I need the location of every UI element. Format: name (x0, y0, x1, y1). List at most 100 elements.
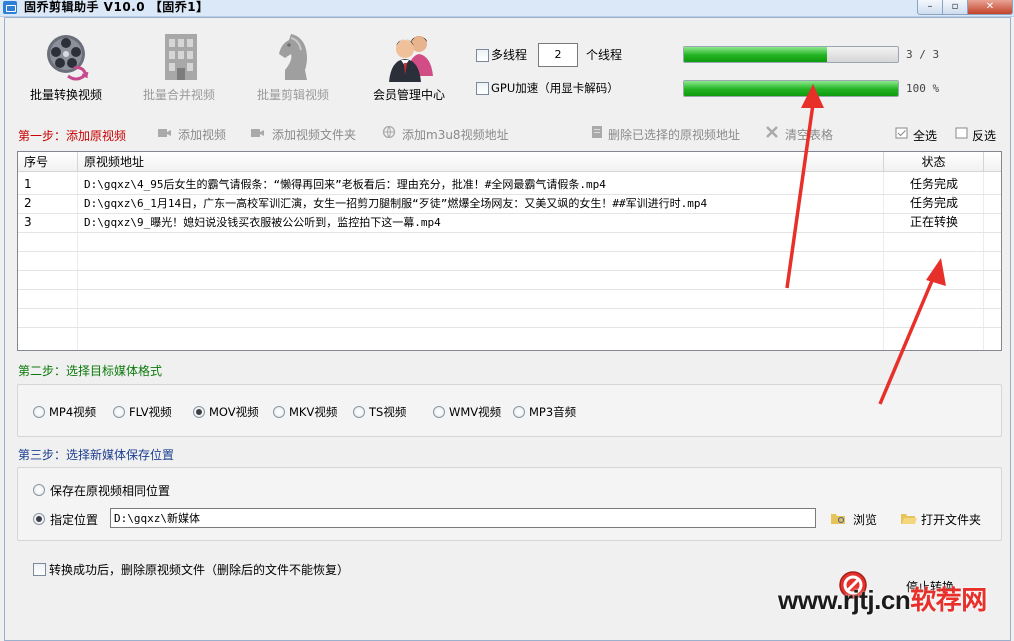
member-center-label: 会员管理中心 (372, 88, 445, 102)
table-row-empty (18, 327, 1001, 346)
add-m3u8-label: 添加m3u8视频地址 (402, 128, 509, 142)
row-path: D:\gqxz\9_曝光！媳妇说没钱买衣服被公公听到，监控拍下这一幕.mp4 (84, 216, 441, 229)
overall-progress-bar (683, 80, 899, 97)
table-row-empty (18, 270, 1001, 290)
row-index: 2 (24, 196, 32, 210)
watermark-latin: www.rjtj.cn (778, 585, 911, 615)
row-index: 1 (24, 177, 32, 191)
window-title: 固乔剪辑助手 V10.0 【固乔1】 (24, 0, 209, 14)
invert-select-label: 反选 (972, 129, 997, 143)
step3-label: 第三步：选择新媒体保存位置 (18, 448, 175, 462)
member-center-button[interactable]: 会员管理中心 (357, 30, 461, 120)
header-status[interactable]: 状态 (884, 152, 984, 172)
batch-convert-button[interactable]: 批量转换视频 (14, 30, 118, 120)
format-label: MP4视频 (49, 405, 97, 419)
clear-table-label: 清空表格 (785, 128, 834, 142)
format-label: MOV视频 (209, 405, 259, 419)
add-folder-icon (251, 129, 264, 137)
same-location-radio[interactable] (33, 484, 45, 496)
table-row[interactable]: 2 D:\gqxz\6_1月14日，广东一高校军训汇演，女生一招剪刀腿制服“歹徒… (18, 194, 1001, 214)
chess-knight-icon (279, 34, 307, 80)
clear-x-icon (766, 126, 778, 138)
format-label: TS视频 (369, 405, 407, 419)
gpu-checkbox[interactable] (476, 82, 489, 95)
multithread-checkbox[interactable] (476, 49, 489, 62)
file-progress-fill (684, 47, 828, 62)
table-row-empty (18, 251, 1001, 271)
format-radio[interactable] (513, 406, 525, 418)
format-radio[interactable] (353, 406, 365, 418)
row-path: D:\gqxz\4_95后女生的霸气请假条：“懒得再回来”老板看后：理由充分，批… (84, 178, 606, 191)
select-all-icon (895, 127, 908, 139)
minimize-button[interactable]: – (917, 0, 943, 15)
thread-unit-label: 个线程 (586, 48, 623, 62)
add-video-icon (158, 129, 171, 137)
delete-file-icon (592, 126, 602, 138)
format-label: FLV视频 (129, 405, 172, 419)
gpu-label: GPU加速（用显卡解码） (491, 81, 619, 95)
table-row[interactable]: 3 D:\gqxz\9_曝光！媳妇说没钱买衣服被公公听到，监控拍下这一幕.mp4… (18, 213, 1001, 233)
film-reel-icon (47, 35, 89, 81)
delete-source-label: 转换成功后，删除原视频文件（删除后的文件不能恢复） (49, 563, 350, 577)
batch-merge-label: 批量合并视频 (142, 88, 215, 102)
close-icon: ✕ (985, 1, 995, 12)
close-button[interactable]: ✕ (967, 0, 1013, 15)
building-icon (165, 34, 197, 80)
same-location-label: 保存在原视频相同位置 (50, 484, 171, 498)
batch-merge-button[interactable]: 批量合并视频 (127, 30, 231, 120)
format-radio[interactable] (33, 406, 45, 418)
maximize-icon: ▫ (951, 1, 959, 12)
watermark: www.rjtj.cn软荐网 (778, 580, 987, 617)
app-icon (3, 1, 17, 14)
table-row[interactable]: 1 D:\gqxz\4_95后女生的霸气请假条：“懒得再回来”老板看后：理由充分… (18, 175, 1001, 195)
table-row-empty (18, 232, 1001, 252)
multithread-label: 多线程 (491, 48, 528, 62)
table-row-empty (18, 289, 1001, 309)
custom-location-label: 指定位置 (50, 513, 99, 527)
overall-progress-fill (684, 81, 898, 96)
format-radio[interactable] (273, 406, 285, 418)
overall-progress-text: 100 % (906, 82, 940, 95)
title-bar: 固乔剪辑助手 V10.0 【固乔1】 – ▫ ✕ (0, 0, 1014, 17)
custom-location-radio[interactable] (33, 513, 45, 525)
save-location-group (17, 467, 1002, 541)
row-status: 正在转换 (909, 215, 958, 229)
minimize-icon: – (927, 1, 933, 12)
step2-label: 第二步：选择目标媒体格式 (18, 364, 163, 378)
step1-label: 第一步：添加原视频 (18, 129, 127, 143)
video-table[interactable]: 序号 原视频地址 状态 1 D:\gqxz\4_95后女生的霸气请假条：“懒得再… (17, 151, 1002, 351)
file-progress-bar (683, 46, 899, 63)
file-progress-text: 3 / 3 (906, 48, 940, 61)
row-path: D:\gqxz\6_1月14日，广东一高校军训汇演，女生一招剪刀腿制服“歹徒”燃… (84, 197, 708, 210)
add-folder-label: 添加视频文件夹 (272, 128, 357, 142)
header-path[interactable]: 原视频地址 (78, 152, 884, 172)
folder-search-icon (831, 514, 845, 524)
row-status: 任务完成 (909, 177, 958, 191)
open-folder-label: 打开文件夹 (921, 513, 982, 527)
delete-selected-label: 删除已选择的原视频地址 (608, 128, 741, 142)
select-all-label: 全选 (913, 129, 938, 143)
format-radio[interactable] (433, 406, 445, 418)
maximize-button[interactable]: ▫ (942, 0, 968, 15)
users-icon (389, 36, 433, 82)
thread-count-input[interactable]: 2 (538, 43, 578, 67)
batch-edit-button[interactable]: 批量剪辑视频 (241, 30, 345, 120)
browse-label: 浏览 (853, 513, 878, 527)
row-index: 3 (24, 215, 32, 229)
format-radio[interactable] (113, 406, 125, 418)
delete-source-checkbox[interactable] (33, 563, 46, 576)
invert-select-icon (955, 127, 968, 139)
batch-edit-label: 批量剪辑视频 (256, 88, 329, 102)
format-label: MP3音频 (529, 405, 577, 419)
save-path-input[interactable]: D:\gqxz\新媒体 (110, 508, 816, 528)
row-status: 任务完成 (909, 196, 958, 210)
add-video-label: 添加视频 (178, 128, 227, 142)
format-label: MKV视频 (289, 405, 338, 419)
header-index[interactable]: 序号 (18, 152, 78, 172)
batch-convert-label: 批量转换视频 (29, 88, 102, 102)
watermark-cjk: 软荐网 (910, 585, 987, 615)
header-filler (984, 152, 1001, 172)
globe-icon (382, 126, 396, 138)
format-radio-selected[interactable] (193, 406, 205, 418)
format-label: WMV视频 (449, 405, 502, 419)
